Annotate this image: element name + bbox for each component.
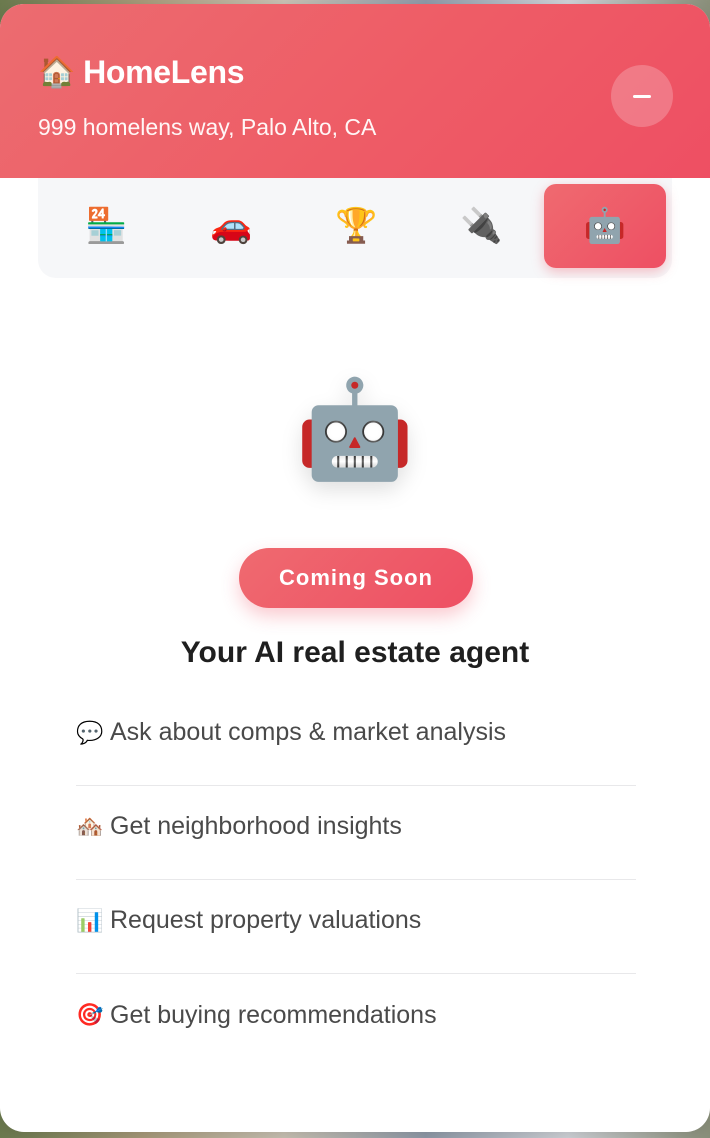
list-item: 🏘️ Get neighborhood insights xyxy=(76,786,636,880)
robot-hero-icon: 🤖 xyxy=(295,376,415,483)
property-address: 999 homelens way, Palo Alto, CA xyxy=(38,114,377,140)
section-headline: Your AI real estate agent xyxy=(180,636,530,669)
speech-bubble-icon: 💬 xyxy=(76,719,104,745)
header: 🏠 HomeLens 999 homelens way, Palo Alto, … xyxy=(0,4,710,178)
houses-icon: 🏘️ xyxy=(76,813,104,839)
minimize-button[interactable] xyxy=(611,65,673,127)
convenience-store-icon: 🏪 xyxy=(85,207,128,245)
trophy-icon: 🏆 xyxy=(335,207,378,245)
list-item: 📊 Request property valuations xyxy=(76,880,636,974)
minus-icon xyxy=(633,94,651,98)
plug-icon: 🔌 xyxy=(460,207,503,245)
feature-text: Get neighborhood insights xyxy=(110,812,402,840)
tab-trophy[interactable]: 🏆 xyxy=(294,184,419,268)
bar-chart-icon: 📊 xyxy=(76,907,104,933)
tab-car[interactable]: 🚗 xyxy=(169,184,294,268)
feature-list: 💬 Ask about comps & market analysis 🏘️ G… xyxy=(76,692,636,1068)
brand: 🏠 HomeLens xyxy=(38,54,245,91)
homelens-panel: 🏠 HomeLens 999 homelens way, Palo Alto, … xyxy=(0,4,710,1132)
list-item: 💬 Ask about comps & market analysis xyxy=(76,692,636,786)
target-icon: 🎯 xyxy=(76,1002,104,1027)
feature-text: Request property valuations xyxy=(110,906,422,934)
robot-icon: 🤖 xyxy=(583,207,627,245)
brand-name: HomeLens xyxy=(83,54,245,90)
tab-bar: 🏪 🚗 🏆 🔌 🤖 xyxy=(38,178,672,278)
feature-text: Get buying recommendations xyxy=(110,1000,437,1029)
feature-text: Ask about comps & market analysis xyxy=(110,718,506,746)
tab-plug[interactable]: 🔌 xyxy=(419,184,544,268)
tab-convenience-store[interactable]: 🏪 xyxy=(44,184,169,268)
car-icon: 🚗 xyxy=(210,207,253,245)
house-icon: 🏠 xyxy=(38,55,76,89)
list-item: 🎯 Get buying recommendations xyxy=(76,974,636,1068)
tab-ai-agent[interactable]: 🤖 xyxy=(544,184,666,268)
coming-soon-badge: Coming Soon xyxy=(239,548,473,608)
